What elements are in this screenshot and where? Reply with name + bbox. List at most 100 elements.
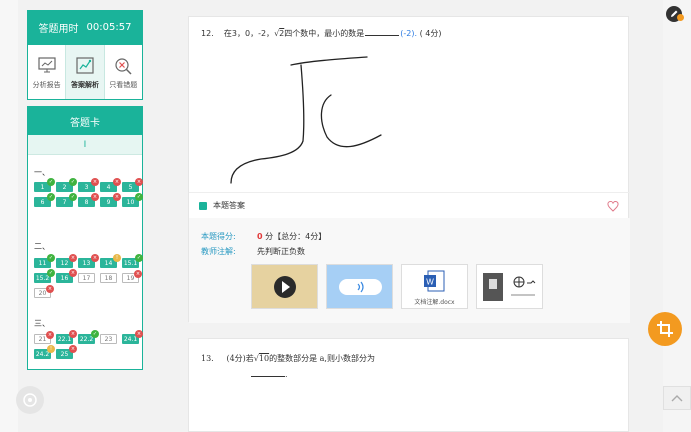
image-icon <box>477 265 542 308</box>
question-number: 13. <box>201 354 214 363</box>
question-number-button[interactable]: 20 × <box>34 285 54 298</box>
attachment-list: W 文档注解.docx <box>251 264 543 309</box>
tool-bar: 分析报告 答案解析 只看错题 <box>27 44 143 100</box>
floating-action-button[interactable] <box>16 386 44 414</box>
question-number: 12. <box>201 29 214 38</box>
wrong-mark-icon: × <box>113 178 121 186</box>
question-number-button[interactable]: 13 × <box>78 254 99 268</box>
question-number-button[interactable]: 14! <box>100 254 121 268</box>
question-number-label: 19 <box>126 274 135 282</box>
answer-card-part[interactable]: I <box>28 135 142 155</box>
video-attachment[interactable] <box>251 264 318 309</box>
notification-dot <box>677 14 684 21</box>
right-margin <box>663 0 691 432</box>
question-text: (4分)若 <box>226 354 254 363</box>
correct-mark-icon: ✓ <box>47 254 55 262</box>
image-attachment[interactable] <box>476 264 543 309</box>
tool-wrong-only[interactable]: 只看错题 <box>105 45 142 99</box>
word-icon: W <box>424 270 445 292</box>
audio-attachment[interactable] <box>326 264 393 309</box>
score-value: 0 <box>257 232 263 241</box>
question-number-label: 4 <box>106 183 111 191</box>
svg-text:W: W <box>426 278 434 287</box>
answer-card: 答题卡 I 一、 1 ✓ 2 ✓ 3 × 4 × 5 × 6 ✓ 7 ✓ 8 × 9 × 10 ✓ 二、 11 ✓ 12 ×… <box>27 106 143 370</box>
wrong-mark-icon: × <box>69 254 77 262</box>
correct-mark-icon: ✓ <box>47 269 55 277</box>
play-icon <box>252 265 317 308</box>
wrong-mark-icon: × <box>69 269 77 277</box>
question-number-button[interactable]: 7 ✓ <box>56 193 77 207</box>
question-number-button[interactable]: 21 × <box>34 331 54 344</box>
wrong-mark-icon: × <box>113 193 121 201</box>
partial-mark-icon: ! <box>113 254 121 262</box>
question-number-button[interactable]: 24.1 × <box>122 330 143 344</box>
doc-attachment[interactable]: W 文档注解.docx <box>401 264 468 309</box>
question-number-button[interactable]: 22.2 ✓ <box>78 330 99 344</box>
timer-label: 答题用时 <box>38 23 79 35</box>
teacher-note-row: 教师注解: 先判断正负数 <box>201 246 305 257</box>
wrong-mark-icon: × <box>91 254 99 262</box>
question-number-label: 25 <box>60 350 69 358</box>
favorite-heart-icon[interactable] <box>607 201 619 212</box>
report-icon <box>38 56 56 72</box>
analysis-icon <box>76 56 94 74</box>
question-number-button[interactable]: 3 × <box>78 178 99 192</box>
question-number-button[interactable]: 23 <box>100 334 117 344</box>
score-row: 本题得分: 0 分【总分：4分】 <box>201 231 326 242</box>
question-text: 的整数部分是 a,则小数部分为 <box>269 354 375 363</box>
crop-button[interactable] <box>648 312 682 346</box>
target-icon <box>23 393 37 407</box>
correct-mark-icon: ✓ <box>69 193 77 201</box>
question-number-label: 7 <box>62 198 67 206</box>
question-number-label: 14 <box>104 259 113 267</box>
question-number-button[interactable]: 19 × <box>122 270 142 283</box>
question-number-button[interactable]: 8 × <box>78 193 99 207</box>
tool-label: 答案解析 <box>70 80 99 89</box>
question-number-button[interactable]: 22.1 × <box>56 330 77 344</box>
question-number-button[interactable]: 18 <box>100 273 117 283</box>
partial-mark-icon: ! <box>47 345 55 353</box>
this-answer-checkbox[interactable] <box>199 201 207 210</box>
question-number-button[interactable]: 10 ✓ <box>122 193 143 207</box>
question-number-label: 16 <box>60 274 69 282</box>
question-number-button[interactable]: 4 × <box>100 178 121 192</box>
question-number-label: 12 <box>60 259 69 267</box>
answer-blank <box>251 376 285 377</box>
wrong-mark-icon: × <box>46 331 54 339</box>
question-number-button[interactable]: 1 ✓ <box>34 178 55 192</box>
question-number-button[interactable]: 12 × <box>56 254 77 268</box>
question-number-button[interactable]: 25 × <box>56 345 77 359</box>
question-number-button[interactable]: 5 × <box>122 178 143 192</box>
tool-label: 分析报告 <box>32 80 61 89</box>
section-grid-3: 21 × 22.1 × 22.2 ✓ 23 24.1 × 24.2! 25 × <box>34 330 144 359</box>
tool-analysis[interactable]: 答案解析 <box>66 45 105 99</box>
wrong-mark-icon: × <box>69 345 77 353</box>
question-number-button[interactable]: 17 <box>78 273 95 283</box>
question-number-button[interactable]: 24.2! <box>34 345 55 359</box>
question-number-label: 2 <box>62 183 67 191</box>
question-number-button[interactable]: 15.2 ✓ <box>34 269 55 283</box>
question-number-button[interactable]: 15.1 ✓ <box>122 254 143 268</box>
tool-report[interactable]: 分析报告 <box>28 45 67 99</box>
question-text: 在3，0，-2， <box>223 29 275 38</box>
question-number-button[interactable]: 11 ✓ <box>34 254 55 268</box>
question-number-label: 9 <box>106 198 111 206</box>
question-12-panel: 12. 在3，0，-2，√2四个数中，最小的数是 (-2). ( 4分) 本题答案… <box>188 16 630 323</box>
question-number-button[interactable]: 9 × <box>100 193 121 207</box>
question-number-button[interactable]: 2 ✓ <box>56 178 77 192</box>
teacher-note: 先判断正负数 <box>257 247 305 256</box>
question-number-button[interactable]: 6 ✓ <box>34 193 55 207</box>
section-label: 一、 <box>34 168 50 177</box>
question-number-label: 5 <box>128 183 133 191</box>
question-text: . <box>285 370 288 379</box>
correct-mark-icon: ✓ <box>91 330 99 338</box>
question-number-button[interactable]: 16 × <box>56 269 77 283</box>
handwriting-canvas[interactable] <box>219 49 389 199</box>
question-number-label: 8 <box>84 198 89 206</box>
section-label: 三、 <box>34 319 50 328</box>
question-number-label: 17 <box>82 274 91 282</box>
back-to-top-button[interactable] <box>663 386 691 410</box>
wrong-mark-icon: × <box>91 178 99 186</box>
wrong-mark-icon: × <box>91 193 99 201</box>
question-number-label: 21 <box>38 335 47 343</box>
